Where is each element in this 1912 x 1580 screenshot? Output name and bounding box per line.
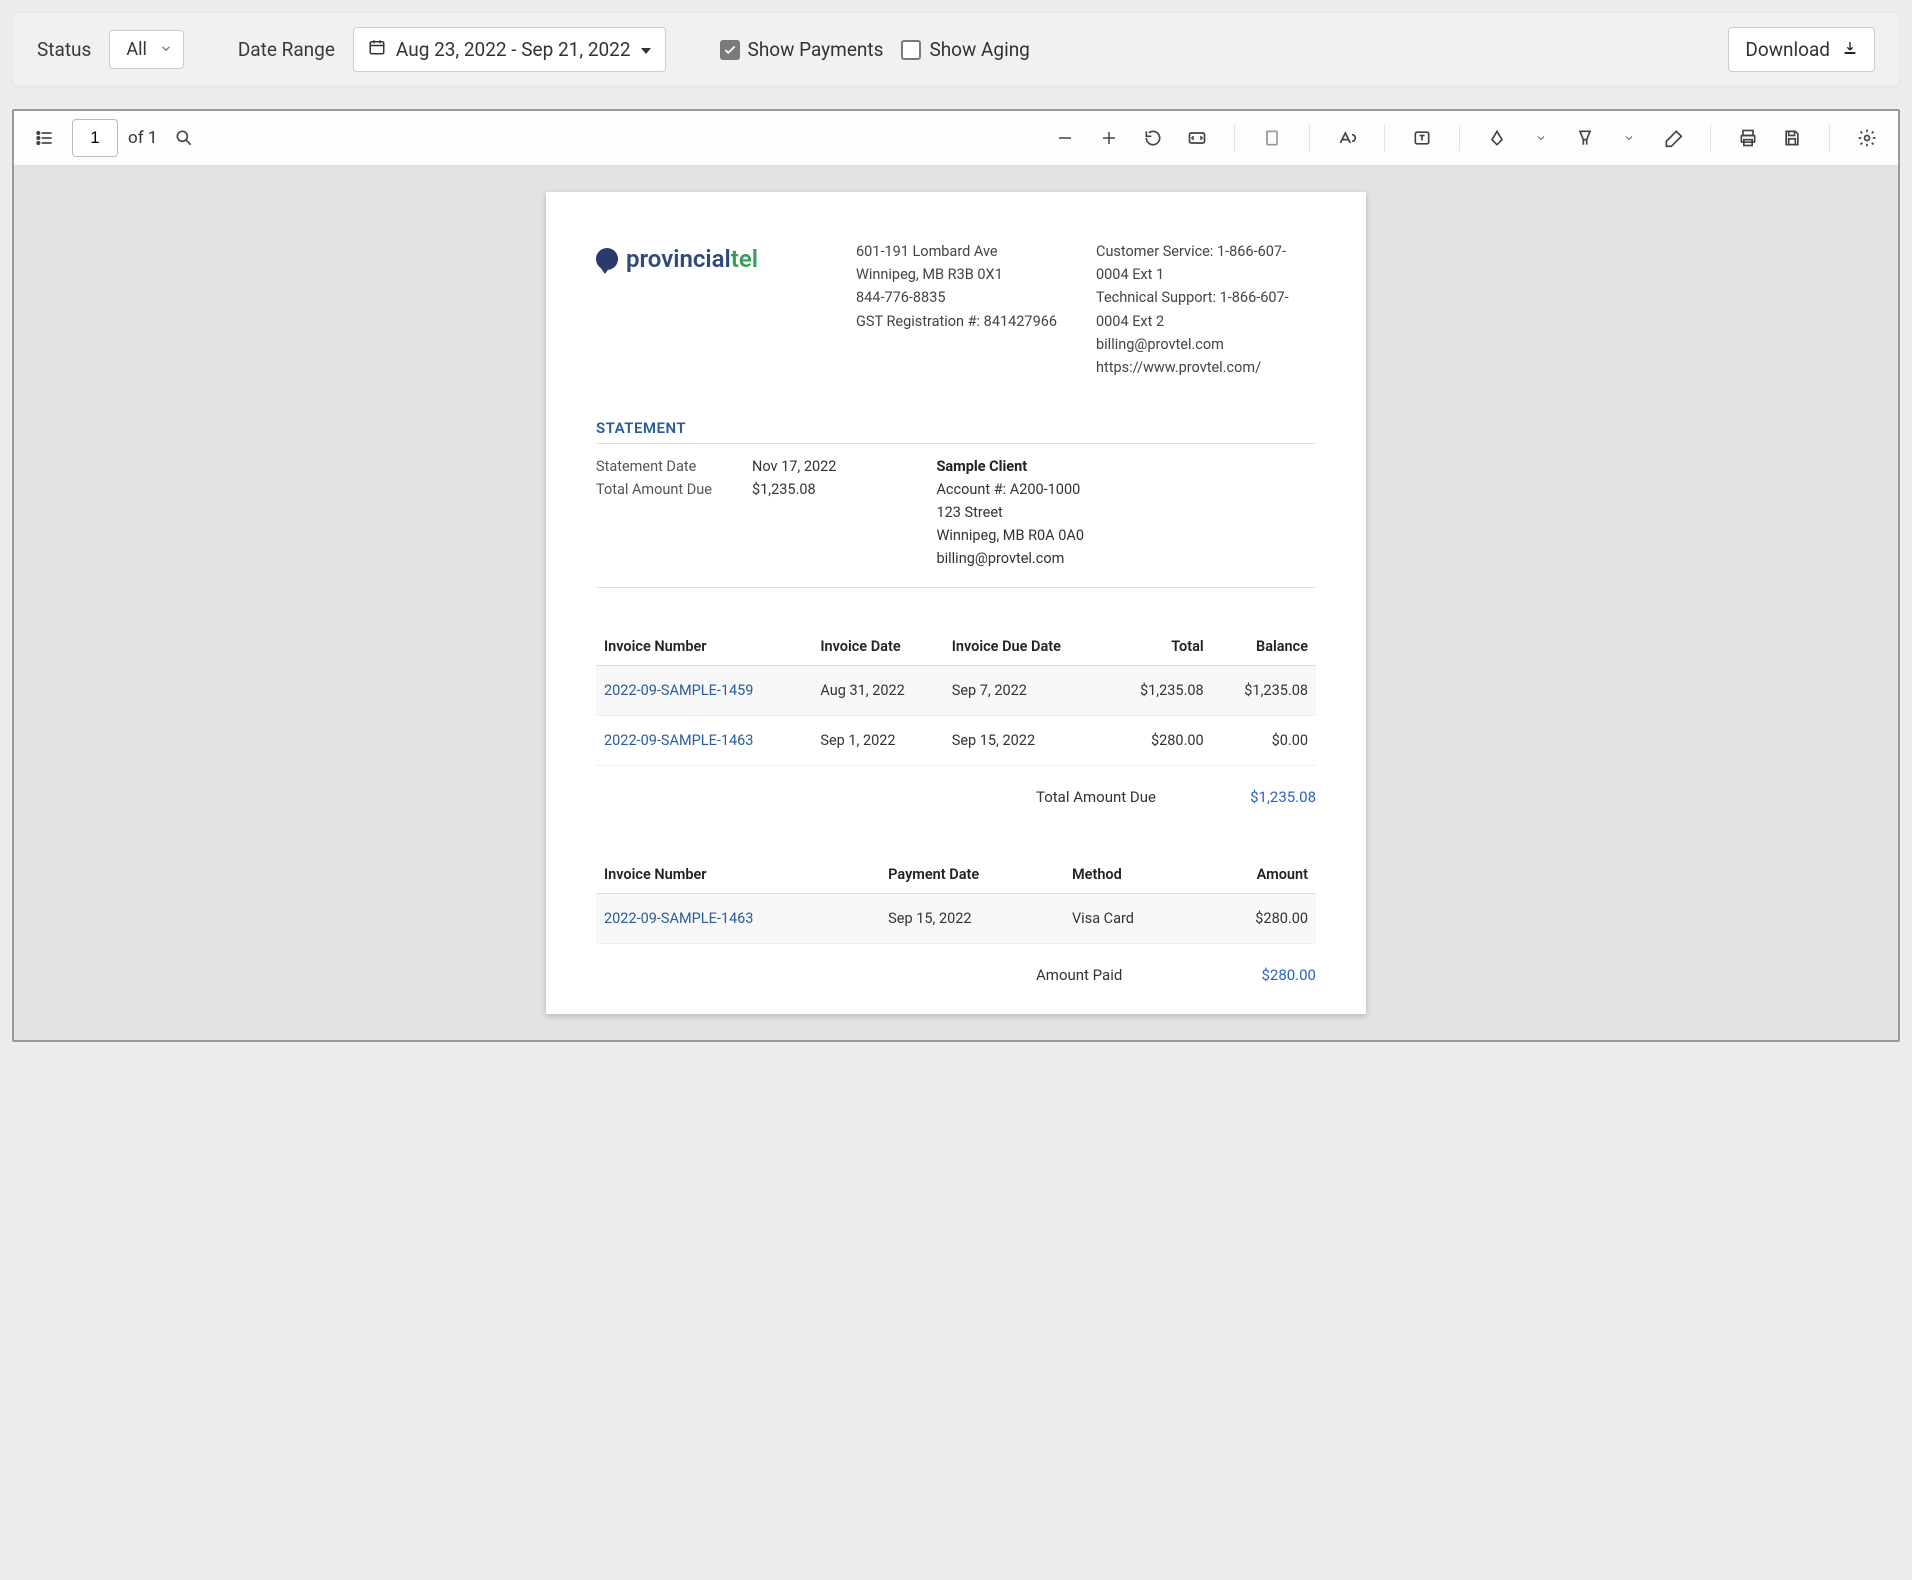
company-logo: provincialtel (596, 240, 836, 278)
gear-icon[interactable] (1850, 121, 1884, 155)
erase-icon[interactable] (1656, 121, 1690, 155)
col-balance: Balance (1212, 628, 1316, 666)
zoom-out-icon[interactable] (1048, 121, 1082, 155)
table-row: 2022-09-SAMPLE-1463 Sep 1, 2022 Sep 15, … (596, 716, 1316, 766)
client-info: Sample Client Account #: A200-1000 123 S… (936, 458, 1084, 573)
document-page: provincialtel 601-191 Lombard Ave Winnip… (546, 192, 1366, 1014)
show-payments-checkbox[interactable]: Show Payments (720, 38, 884, 61)
total-amount-due-row: Total Amount Due $1,235.08 (596, 788, 1316, 806)
viewer-toolbar: of 1 (14, 111, 1898, 166)
statement-meta-labels: Statement Date Total Amount Due (596, 458, 712, 573)
draw-tool-icon[interactable] (1480, 121, 1514, 155)
pdf-viewer: of 1 (12, 109, 1900, 1042)
save-icon[interactable] (1775, 121, 1809, 155)
page-layout-icon[interactable] (1255, 121, 1289, 155)
checkbox-checked-icon (720, 40, 740, 60)
chevron-down-icon[interactable] (1612, 121, 1646, 155)
date-range-picker[interactable]: Aug 23, 2022 - Sep 21, 2022 (353, 27, 666, 72)
invoice-link[interactable]: 2022-09-SAMPLE-1459 (604, 682, 753, 699)
calendar-icon (368, 38, 386, 61)
company-contact: Customer Service: 1-866-607-0004 Ext 1 T… (1096, 240, 1316, 379)
download-button[interactable]: Download (1728, 27, 1875, 72)
rotate-icon[interactable] (1136, 121, 1170, 155)
statement-title: STATEMENT (596, 419, 1316, 437)
show-aging-label: Show Aging (929, 38, 1029, 61)
filter-bar: Status All Date Range Aug 23, 2022 - Sep… (12, 12, 1900, 87)
read-aloud-icon[interactable] (1330, 121, 1364, 155)
show-payments-label: Show Payments (748, 38, 884, 61)
col-invoice-date: Invoice Date (812, 628, 943, 666)
page-number-input[interactable] (72, 119, 118, 157)
col-total: Total (1107, 628, 1211, 666)
zoom-in-icon[interactable] (1092, 121, 1126, 155)
col-invoice-due: Invoice Due Date (944, 628, 1108, 666)
download-icon (1842, 38, 1858, 61)
invoice-link[interactable]: 2022-09-SAMPLE-1463 (604, 910, 753, 927)
highlight-tool-icon[interactable] (1568, 121, 1602, 155)
status-label: Status (37, 38, 91, 61)
chevron-down-icon (159, 39, 173, 60)
search-icon[interactable] (167, 121, 201, 155)
fit-width-icon[interactable] (1180, 121, 1214, 155)
amount-paid-row: Amount Paid $280.00 (596, 966, 1316, 984)
col-invoice-number: Invoice Number (596, 856, 880, 894)
checkbox-unchecked-icon (901, 40, 921, 60)
chevron-down-icon[interactable] (1524, 121, 1558, 155)
show-aging-checkbox[interactable]: Show Aging (901, 38, 1029, 61)
invoice-link[interactable]: 2022-09-SAMPLE-1463 (604, 732, 753, 749)
date-range-label: Date Range (238, 38, 335, 61)
download-label: Download (1745, 38, 1830, 61)
payments-table: Invoice Number Payment Date Method Amoun… (596, 856, 1316, 944)
company-address: 601-191 Lombard Ave Winnipeg, MB R3B 0X1… (856, 240, 1076, 379)
date-range-value: Aug 23, 2022 - Sep 21, 2022 (396, 38, 631, 61)
col-payment-date: Payment Date (880, 856, 1064, 894)
outline-icon[interactable] (28, 121, 62, 155)
print-icon[interactable] (1731, 121, 1765, 155)
caret-down-icon (641, 38, 651, 61)
bubble-icon (596, 248, 618, 270)
status-select[interactable]: All (109, 30, 184, 69)
status-value: All (126, 39, 147, 60)
invoices-table: Invoice Number Invoice Date Invoice Due … (596, 628, 1316, 766)
statement-meta-values: Nov 17, 2022 $1,235.08 (752, 458, 836, 573)
table-row: 2022-09-SAMPLE-1459 Aug 31, 2022 Sep 7, … (596, 666, 1316, 716)
col-invoice-number: Invoice Number (596, 628, 812, 666)
col-amount: Amount (1198, 856, 1316, 894)
table-row: 2022-09-SAMPLE-1463 Sep 15, 2022 Visa Ca… (596, 894, 1316, 944)
text-tool-icon[interactable] (1405, 121, 1439, 155)
col-method: Method (1064, 856, 1198, 894)
page-area: provincialtel 601-191 Lombard Ave Winnip… (14, 166, 1898, 1040)
page-total: of 1 (128, 128, 157, 148)
